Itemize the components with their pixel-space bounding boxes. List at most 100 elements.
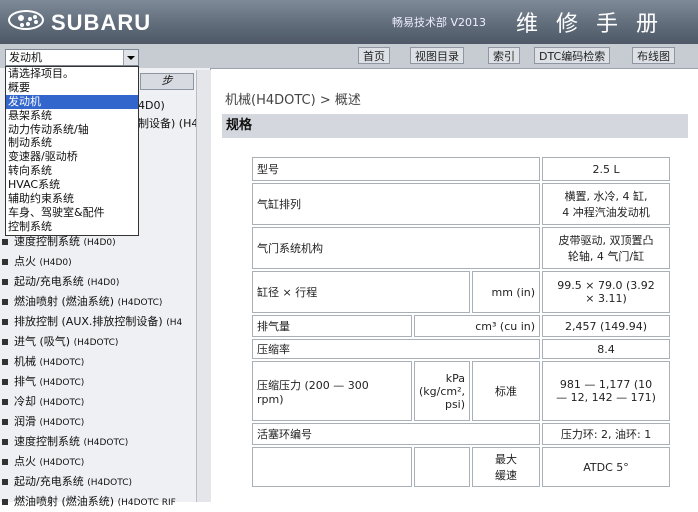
tree-bullet-icon — [2, 258, 8, 265]
dropdown-option[interactable]: 发动机 — [6, 94, 138, 109]
tree-item-code: (H4DOTC) — [39, 398, 85, 408]
spec-value: ATDC 5° — [542, 447, 671, 487]
tree-item-code: (H4D0) — [39, 258, 72, 268]
tree-item[interactable]: 冷却 (H4DOTC) — [0, 392, 196, 412]
breadcrumb: 机械(H4DOTC) > 概述 — [225, 93, 361, 108]
spec-value: 2.5 L — [542, 157, 671, 181]
tree-item[interactable]: 点火 (H4D0) — [0, 252, 196, 272]
dropdown-option[interactable]: 变速器/驱动桥 — [6, 150, 138, 164]
tree-item-code: (H4 — [166, 318, 183, 328]
spec-value: 横置, 水冷, 4 缸, 4 冲程汽油发动机 — [542, 183, 671, 225]
tree-item-label: 排气 — [14, 375, 36, 388]
tree-item-label: 机械 — [14, 355, 36, 368]
spec-unit: mm (in) — [472, 271, 541, 313]
system-dropdown-list[interactable]: 请选择项目。 概要 发动机 悬架系统 动力传动系统/轴 制动系统 变速器/驱动桥 转向系统 HV… — [5, 66, 139, 236]
tree-item[interactable]: 排放控制 (AUX.排放控制设备) (H4 — [0, 312, 196, 332]
tree-item-label: 排放控制 (AUX.排放控制设备) — [14, 315, 163, 328]
tree-item-code: (H4D0) — [87, 278, 120, 288]
spec-label: 活塞环编号 — [252, 423, 541, 445]
tree-bullet-icon — [2, 398, 8, 405]
tree-bullet-icon — [2, 278, 8, 285]
step-button[interactable]: 步 — [140, 73, 194, 90]
tree-item-code: (H4DOTC) — [73, 338, 119, 348]
tree-item[interactable]: 燃油喷射 (燃油系统) (H4DOTC RIF — [0, 492, 196, 512]
app-header: SUBARU 畅易技术部 V2013 维修手册 — [0, 0, 698, 44]
spec-label: 压缩率 — [252, 339, 541, 359]
spec-value: 2,457 (149.94) — [542, 315, 671, 337]
spec-label: 缸径 × 行程 — [252, 271, 471, 313]
tree-bullet-icon — [2, 418, 8, 425]
home-button[interactable]: 首页 — [358, 47, 390, 64]
spec-label: 压缩压力 (200 — 300 rpm) — [252, 361, 412, 421]
dropdown-option[interactable]: 悬架系统 — [6, 109, 138, 123]
subaru-logo: SUBARU — [5, 6, 165, 35]
tree-item-label: 点火 — [14, 255, 36, 268]
spec-value: 压力环: 2, 油环: 1 — [542, 423, 671, 445]
dropdown-option[interactable]: 控制系统 — [6, 220, 138, 234]
tree-item-code: (H4DOTC) — [39, 418, 85, 428]
spec-value: 99.5 × 79.0 (3.92 × 3.11) — [542, 271, 671, 313]
tree-item-label: 速度控制系统 — [14, 435, 80, 448]
spec-unit: kPa (kg/cm², psi) — [414, 361, 471, 421]
tree-item[interactable]: 起动/充电系统 (H4DOTC) — [0, 472, 196, 492]
tree-item[interactable]: 点火 (H4DOTC) — [0, 452, 196, 472]
tree-bullet-icon — [2, 298, 8, 305]
tree-item-label: 速度控制系统 — [14, 235, 80, 248]
dropdown-option[interactable]: 车身、驾驶室&配件 — [6, 206, 138, 220]
tree-item[interactable]: 速度控制系统 (H4DOTC) — [0, 432, 196, 452]
tree-bullet-icon — [2, 458, 8, 465]
tree-item[interactable]: 润滑 (H4DOTC) — [0, 412, 196, 432]
spec-table: 型号 2.5 L 气缸排列 横置, 水冷, 4 缸, 4 冲程汽油发动机 气门系统… — [250, 155, 672, 489]
wiring-diagram-button[interactable]: 布线图 — [632, 47, 675, 64]
spec-label — [252, 447, 412, 487]
spec-value: 981 — 1,177 (10— 12, 142 — 171) — [542, 361, 671, 421]
spec-label: 气门系统机构 — [252, 227, 541, 269]
tree-bullet-icon — [2, 358, 8, 365]
tree-item[interactable]: 起动/充电系统 (H4D0) — [0, 272, 196, 292]
dropdown-option[interactable]: HVAC系统 — [6, 178, 138, 192]
tree-item-label: 起动/充电系统 — [14, 475, 84, 488]
tree-item-label: 起动/充电系统 — [14, 275, 84, 288]
chevron-down-icon[interactable] — [123, 50, 138, 65]
tree-item[interactable]: 排气 (H4DOTC) — [0, 372, 196, 392]
dropdown-option[interactable]: 制动系统 — [6, 136, 138, 150]
dropdown-option[interactable]: 动力传动系统/轴 — [6, 123, 138, 137]
section-title: 规格 — [222, 114, 688, 138]
dropdown-option[interactable]: 请选择项目。 — [6, 67, 138, 81]
tree-item[interactable]: 进气 (吸气) (H4DOTC) — [0, 332, 196, 352]
spec-unit — [414, 447, 471, 487]
dropdown-option[interactable]: 概要 — [6, 81, 138, 95]
tree-item-code: (H4DOTC) — [39, 378, 85, 388]
tree-item-code: (H4DOTC) — [39, 458, 85, 468]
dtc-search-button[interactable]: DTC编码检索 — [534, 47, 611, 64]
tree-item[interactable]: 机械 (H4DOTC) — [0, 352, 196, 372]
company-label: 畅易技术部 V2013 — [392, 16, 487, 29]
subaru-star-icon — [8, 10, 44, 30]
tree-bullet-icon — [2, 338, 8, 345]
tree-item-label: 润滑 — [14, 415, 36, 428]
tree-item[interactable]: 燃油喷射 (燃油系统) (H4DOTC) — [0, 292, 196, 312]
tree-item-code: (H4DOTC) — [117, 298, 163, 308]
tree-item-code: (H4D0) — [83, 238, 116, 248]
tree-item-code: (H4DOTC) — [39, 358, 85, 368]
spec-value: 8.4 — [542, 339, 671, 359]
spec-label: 气缸排列 — [252, 183, 541, 225]
spec-condition: 标准 — [472, 361, 541, 421]
spec-unit: cm³ (cu in) — [414, 315, 541, 337]
index-button[interactable]: 索引 — [488, 47, 520, 64]
view-catalog-button[interactable]: 视图目录 — [410, 47, 464, 64]
tree-item-label: 冷却 — [14, 395, 36, 408]
spec-value: 皮带驱动, 双顶置凸 轮轴, 4 气门/缸 — [542, 227, 671, 269]
tree-item-label: 燃油喷射 (燃油系统) — [14, 295, 115, 308]
spec-condition: 最大 缓速 — [472, 447, 541, 487]
tree-bullet-icon — [2, 478, 8, 485]
dropdown-option[interactable]: 转向系统 — [6, 164, 138, 178]
tree-item-label: 进气 (吸气) — [14, 335, 71, 348]
system-select[interactable]: 发动机 — [5, 49, 139, 66]
tree-item-code: (H4DOTC RIF — [117, 498, 176, 508]
left-scrollbar[interactable] — [196, 70, 211, 502]
dropdown-option[interactable]: 辅助约束系统 — [6, 192, 138, 206]
system-select-value: 发动机 — [9, 51, 42, 64]
spec-label: 型号 — [252, 157, 541, 181]
manual-title: 维修手册 — [516, 12, 677, 37]
